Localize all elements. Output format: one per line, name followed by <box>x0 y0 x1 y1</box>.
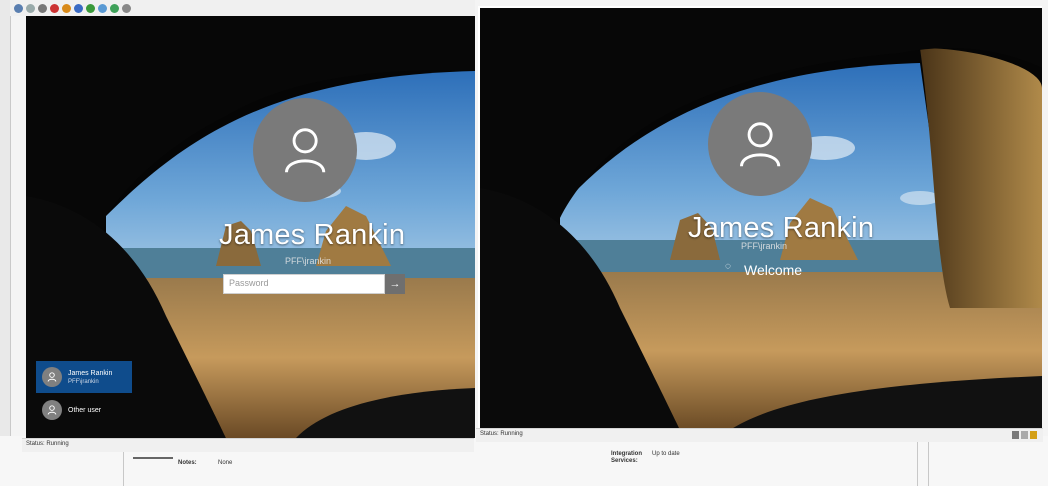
status-bar-left: Status: Running <box>22 438 474 452</box>
user-avatar <box>253 98 357 202</box>
person-icon <box>47 405 57 415</box>
user-tile-name: James Rankin <box>68 369 113 377</box>
pane-divider <box>917 440 918 486</box>
vm-window-left: James Rankin PFF\jrankin Password → Jame… <box>26 16 475 438</box>
submit-arrow-button[interactable]: → <box>385 274 405 294</box>
user-tile-name: Other user <box>68 406 102 414</box>
person-icon <box>47 372 57 382</box>
status-text: Status: Running <box>480 431 523 437</box>
resume-icon[interactable] <box>86 3 95 13</box>
user-tile-avatar <box>42 400 62 420</box>
notes-value: None <box>218 460 233 466</box>
user-tile-other-user[interactable]: Other user <box>36 394 132 426</box>
turn-off-icon[interactable] <box>38 3 47 13</box>
ctrl-alt-del-icon[interactable] <box>14 3 23 13</box>
person-icon <box>284 128 326 173</box>
person-icon <box>739 122 781 167</box>
user-tile-avatar <box>42 367 62 387</box>
lock-icon <box>1021 431 1028 439</box>
status-bar-right: Status: Running <box>476 428 1043 442</box>
start-icon[interactable] <box>26 3 35 13</box>
user-name: James Rankin <box>219 219 406 251</box>
vm-window-right: James Rankin PFF\jrankin ◌ Welcome <box>478 6 1042 430</box>
user-tile-domain: PFF\jrankin <box>68 378 99 385</box>
enhanced-session-icon[interactable] <box>122 3 131 13</box>
status-icons <box>1012 431 1037 439</box>
revert-icon[interactable] <box>110 3 119 13</box>
password-input[interactable]: Password <box>223 274 385 294</box>
checkpoint-icon[interactable] <box>98 3 107 13</box>
status-text: Status: Running <box>26 441 69 447</box>
pane-divider <box>928 440 929 486</box>
vm-connection-toolbar <box>10 0 475 16</box>
integration-value: Up to date <box>652 451 680 457</box>
details-tab-indicator <box>133 457 173 459</box>
padlock-icon <box>1030 431 1037 439</box>
welcome-text: Welcome <box>744 262 803 278</box>
integration-label: Integration <box>611 451 642 457</box>
user-domain: PFF\jrankin <box>741 241 788 251</box>
keyboard-icon <box>1012 431 1019 439</box>
user-tile-james-rankin[interactable]: James Rankin PFF\jrankin <box>36 361 132 393</box>
user-domain: PFF\jrankin <box>285 256 332 266</box>
services-label: Services: <box>611 458 638 464</box>
loading-spinner-icon: ◌ <box>725 261 731 272</box>
notes-label: Notes: <box>178 460 197 466</box>
pause-icon[interactable] <box>74 3 83 13</box>
user-avatar <box>708 92 812 196</box>
save-icon[interactable] <box>62 3 71 13</box>
shutdown-icon[interactable] <box>50 3 59 13</box>
arrow-right-icon: → <box>389 278 401 290</box>
left-window-edge <box>0 0 11 486</box>
